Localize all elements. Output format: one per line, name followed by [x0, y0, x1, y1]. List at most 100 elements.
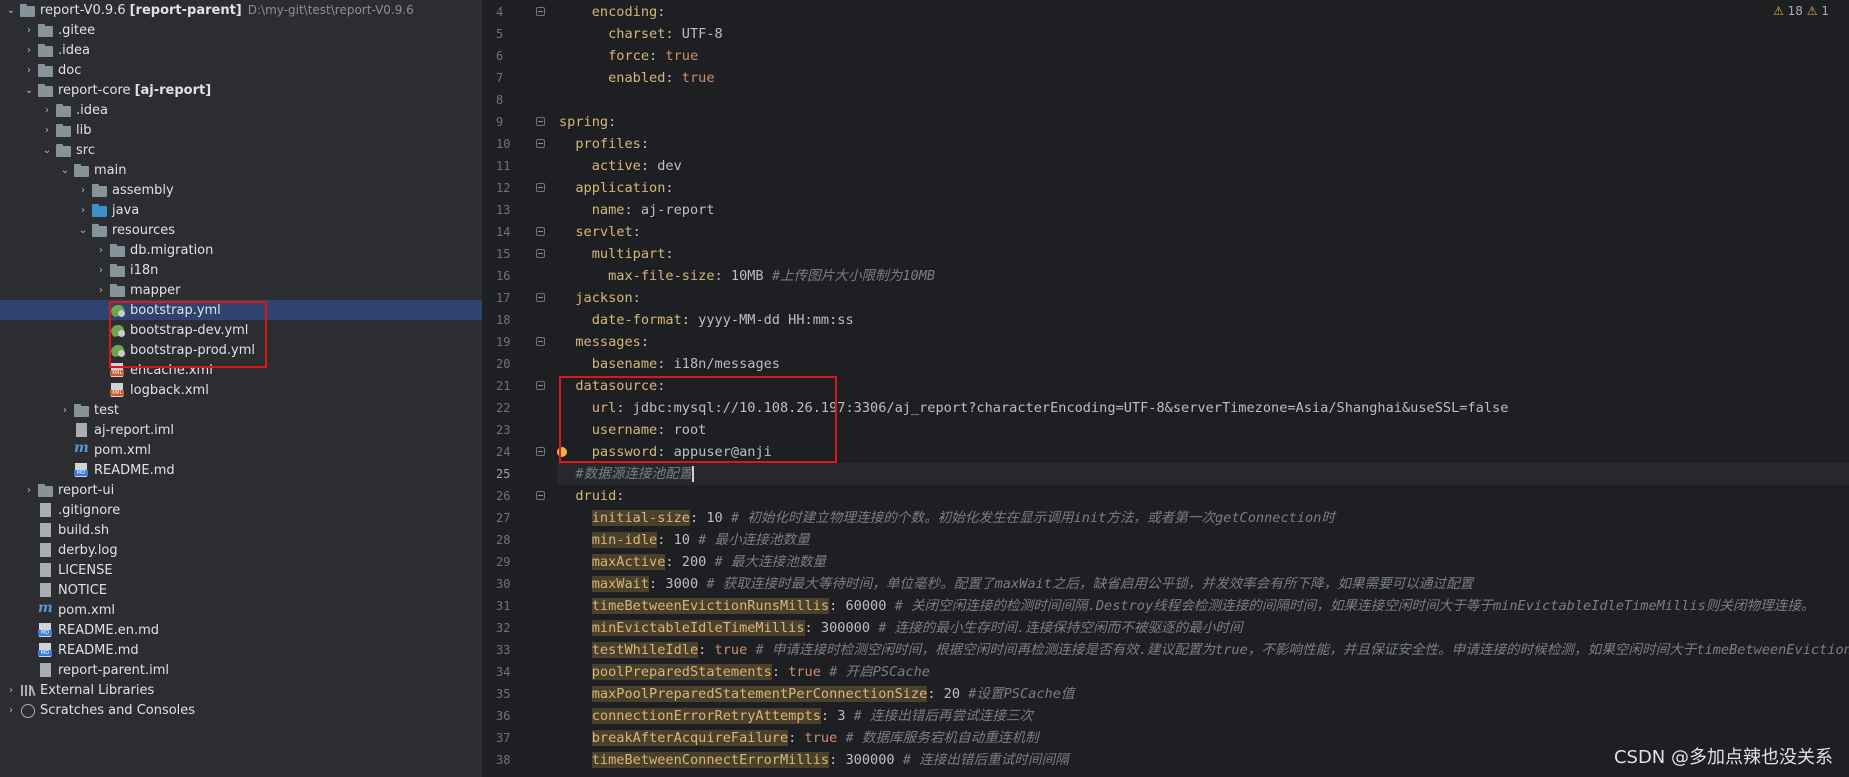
code-line[interactable]: initial-size: 10 # 初始化时建立物理连接的个数。初始化发生在显… [557, 507, 1849, 529]
tree-item[interactable]: bootstrap-prod.yml [0, 340, 482, 360]
tree-item[interactable]: README.md [0, 640, 482, 660]
tree-item[interactable]: › db.migration [0, 240, 482, 260]
code-line[interactable]: testWhileIdle: true # 申请连接时检测空闲时间，根据空闲时间… [557, 639, 1849, 661]
tree-item[interactable]: LICENSE [0, 560, 482, 580]
code-line[interactable]: druid: [557, 485, 1849, 507]
code-line[interactable]: servlet: [557, 221, 1849, 243]
tree-item[interactable]: › External Libraries [0, 680, 482, 700]
tree-item[interactable]: NOTICE [0, 580, 482, 600]
fold-toggle-icon[interactable] [536, 7, 545, 16]
code-line[interactable]: multipart: [557, 243, 1849, 265]
code-line[interactable]: #数据源连接池配置 [557, 463, 1849, 485]
code-line[interactable]: profiles: [557, 133, 1849, 155]
code-line[interactable]: password: appuser@anji [557, 441, 1849, 463]
code-line[interactable]: timeBetweenEvictionRunsMillis: 60000 # 关… [557, 595, 1849, 617]
fold-toggle-icon[interactable] [536, 293, 545, 302]
code-line[interactable]: application: [557, 177, 1849, 199]
fold-toggle-icon[interactable] [536, 381, 545, 390]
code-line[interactable]: min-idle: 10 # 最小连接池数量 [557, 529, 1849, 551]
fold-toggle-icon[interactable] [536, 139, 545, 148]
chevron-down-icon[interactable]: ⌄ [40, 145, 54, 156]
chevron-right-icon[interactable]: › [94, 265, 108, 276]
tree-item[interactable]: › assembly [0, 180, 482, 200]
fold-toggle-icon[interactable] [536, 117, 545, 126]
tree-item[interactable]: › mapper [0, 280, 482, 300]
code-line[interactable]: max-file-size: 10MB #上传图片大小限制为10MB [557, 265, 1849, 287]
code-line[interactable]: date-format: yyyy-MM-dd HH:mm:ss [557, 309, 1849, 331]
tree-item[interactable]: ⌄ report-V0.9.6 [report-parent] D:\my-git\t… [0, 0, 482, 20]
code-line[interactable]: messages: [557, 331, 1849, 353]
chevron-right-icon[interactable]: › [94, 245, 108, 256]
code-line[interactable]: basename: i18n/messages [557, 353, 1849, 375]
code-line[interactable]: maxPoolPreparedStatementPerConnectionSiz… [557, 683, 1849, 705]
code-line[interactable]: name: aj-report [557, 199, 1849, 221]
tree-item[interactable]: pom.xml [0, 600, 482, 620]
tree-item[interactable]: pom.xml [0, 440, 482, 460]
tree-item[interactable]: ⌄ report-core [aj-report] [0, 80, 482, 100]
code-line[interactable] [557, 89, 1849, 111]
tree-item[interactable]: logback.xml [0, 380, 482, 400]
code-editor[interactable]: ⚠ 18 ⚠ 1 encoding: charset: UTF-8 force:… [557, 0, 1849, 777]
tree-item[interactable]: ⌄ src [0, 140, 482, 160]
tree-item[interactable]: bootstrap-dev.yml [0, 320, 482, 340]
tree-item[interactable]: README.en.md [0, 620, 482, 640]
tree-item[interactable]: › .gitee [0, 20, 482, 40]
code-line[interactable]: force: true [557, 45, 1849, 67]
code-line[interactable]: active: dev [557, 155, 1849, 177]
code-line[interactable]: datasource: [557, 375, 1849, 397]
code-line[interactable]: minEvictableIdleTimeMillis: 300000 # 连接的… [557, 617, 1849, 639]
tree-item[interactable]: › .idea [0, 40, 482, 60]
tree-item[interactable]: ⌄ main [0, 160, 482, 180]
tree-item[interactable]: aj-report.iml [0, 420, 482, 440]
code-line[interactable]: enabled: true [557, 67, 1849, 89]
chevron-down-icon[interactable]: ⌄ [58, 165, 72, 176]
tree-item[interactable]: › Scratches and Consoles [0, 700, 482, 720]
fold-toggle-icon[interactable] [536, 183, 545, 192]
chevron-right-icon[interactable]: › [40, 125, 54, 136]
code-line[interactable]: poolPreparedStatements: true # 开启PSCache [557, 661, 1849, 683]
code-line[interactable]: spring: [557, 111, 1849, 133]
chevron-down-icon[interactable]: ⌄ [76, 225, 90, 236]
tree-item[interactable]: ⌄ resources [0, 220, 482, 240]
chevron-right-icon[interactable]: › [40, 105, 54, 116]
tree-item[interactable]: › test [0, 400, 482, 420]
code-line[interactable]: username: root [557, 419, 1849, 441]
fold-toggle-icon[interactable] [536, 491, 545, 500]
tree-item[interactable]: build.sh [0, 520, 482, 540]
tree-item[interactable]: › i18n [0, 260, 482, 280]
tree-item[interactable]: derby.log [0, 540, 482, 560]
code-line[interactable]: encoding: [557, 1, 1849, 23]
chevron-down-icon[interactable]: ⌄ [22, 85, 36, 96]
chevron-right-icon[interactable]: › [76, 205, 90, 216]
chevron-right-icon[interactable]: › [4, 705, 18, 716]
tree-item[interactable]: .gitignore [0, 500, 482, 520]
code-line[interactable]: jackson: [557, 287, 1849, 309]
tree-item[interactable]: › lib [0, 120, 482, 140]
fold-toggle-icon[interactable] [536, 337, 545, 346]
tree-item[interactable]: › .idea [0, 100, 482, 120]
code-line[interactable]: maxWait: 3000 # 获取连接时最大等待时间，单位毫秒。配置了maxW… [557, 573, 1849, 595]
tree-item[interactable]: › report-ui [0, 480, 482, 500]
tree-item[interactable]: README.md [0, 460, 482, 480]
chevron-right-icon[interactable]: › [22, 45, 36, 56]
tree-item[interactable]: ehcache.xml [0, 360, 482, 380]
chevron-right-icon[interactable]: › [76, 185, 90, 196]
chevron-right-icon[interactable]: › [22, 485, 36, 496]
tree-item[interactable]: bootstrap.yml [0, 300, 482, 320]
tree-item[interactable]: › java [0, 200, 482, 220]
chevron-right-icon[interactable]: › [4, 685, 18, 696]
code-line[interactable]: maxActive: 200 # 最大连接池数量 [557, 551, 1849, 573]
fold-toggle-icon[interactable] [536, 447, 545, 456]
fold-toggle-icon[interactable] [536, 249, 545, 258]
chevron-right-icon[interactable]: › [22, 65, 36, 76]
tree-item[interactable]: report-parent.iml [0, 660, 482, 680]
chevron-right-icon[interactable]: › [94, 285, 108, 296]
code-line[interactable]: url: jdbc:mysql://10.108.26.197:3306/aj_… [557, 397, 1849, 419]
tree-item[interactable]: › doc [0, 60, 482, 80]
code-line[interactable]: connectionErrorRetryAttempts: 3 # 连接出错后再… [557, 705, 1849, 727]
chevron-right-icon[interactable]: › [58, 405, 72, 416]
chevron-right-icon[interactable]: › [22, 25, 36, 36]
fold-toggle-icon[interactable] [536, 227, 545, 236]
code-line[interactable]: charset: UTF-8 [557, 23, 1849, 45]
chevron-down-icon[interactable]: ⌄ [4, 5, 18, 16]
